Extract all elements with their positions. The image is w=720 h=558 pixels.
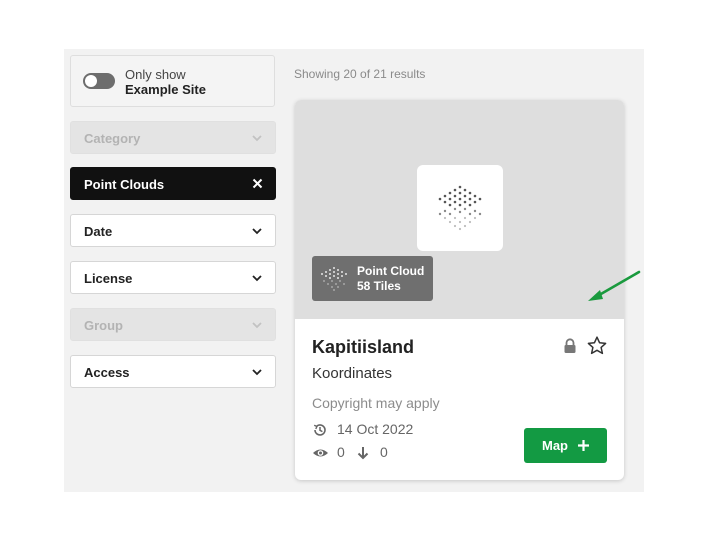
- chevron-down-icon: [252, 322, 262, 329]
- history-icon: [313, 424, 326, 436]
- eye-icon: [313, 449, 328, 457]
- annotation-arrow-icon: [588, 270, 641, 301]
- card-thumbnail[interactable]: Point Cloud 58 Tiles: [295, 100, 624, 319]
- plus-icon: [578, 440, 589, 451]
- chevron-down-icon: [252, 228, 262, 235]
- toggle-label-line1: Only show: [125, 67, 186, 82]
- results-summary: Showing 20 of 21 results: [294, 67, 426, 81]
- badge-count: 58 Tiles: [357, 279, 401, 293]
- group-filter-label: Group: [84, 318, 123, 333]
- point-clouds-filter-label: Point Clouds: [84, 177, 165, 192]
- category-filter-label: Category: [84, 131, 141, 146]
- date-filter[interactable]: Date: [70, 214, 276, 247]
- thumbnail-tile: [417, 165, 503, 251]
- star-outline-icon[interactable]: [587, 336, 607, 355]
- group-filter: Group: [70, 308, 276, 341]
- example-site-toggle[interactable]: Only show Example Site: [70, 55, 275, 107]
- card-stats: 0 0: [312, 444, 432, 462]
- point-cloud-icon: [438, 185, 482, 231]
- toggle-switch-icon[interactable]: [83, 73, 115, 89]
- lock-icon: [564, 338, 576, 353]
- chevron-down-icon: [252, 275, 262, 282]
- license-filter[interactable]: License: [70, 261, 276, 294]
- chevron-down-icon: [252, 135, 262, 142]
- dataset-card[interactable]: Point Cloud 58 Tiles Kapitiisland Koordi…: [295, 100, 624, 480]
- point-cloud-icon: [321, 267, 347, 291]
- card-copyright: Copyright may apply: [312, 395, 440, 411]
- access-filter[interactable]: Access: [70, 355, 276, 388]
- map-button-label: Map: [542, 438, 568, 453]
- toggle-label-line2: Example Site: [125, 82, 206, 97]
- point-cloud-badge: Point Cloud 58 Tiles: [312, 256, 433, 301]
- point-clouds-filter[interactable]: Point Clouds: [70, 167, 276, 200]
- card-date: 14 Oct 2022: [337, 421, 414, 437]
- downloads-count: 0: [380, 444, 388, 460]
- category-filter: Category: [70, 121, 276, 154]
- access-filter-label: Access: [84, 365, 130, 380]
- card-publisher[interactable]: Koordinates: [312, 365, 392, 382]
- badge-type: Point Cloud: [357, 264, 425, 278]
- add-to-map-button[interactable]: Map: [524, 428, 607, 463]
- close-icon[interactable]: [252, 178, 263, 189]
- arrow-down-icon: [357, 447, 369, 460]
- license-filter-label: License: [84, 271, 133, 286]
- date-filter-label: Date: [84, 224, 113, 239]
- card-title[interactable]: Kapitiisland: [312, 337, 414, 358]
- chevron-down-icon: [252, 369, 262, 376]
- views-count: 0: [337, 444, 345, 460]
